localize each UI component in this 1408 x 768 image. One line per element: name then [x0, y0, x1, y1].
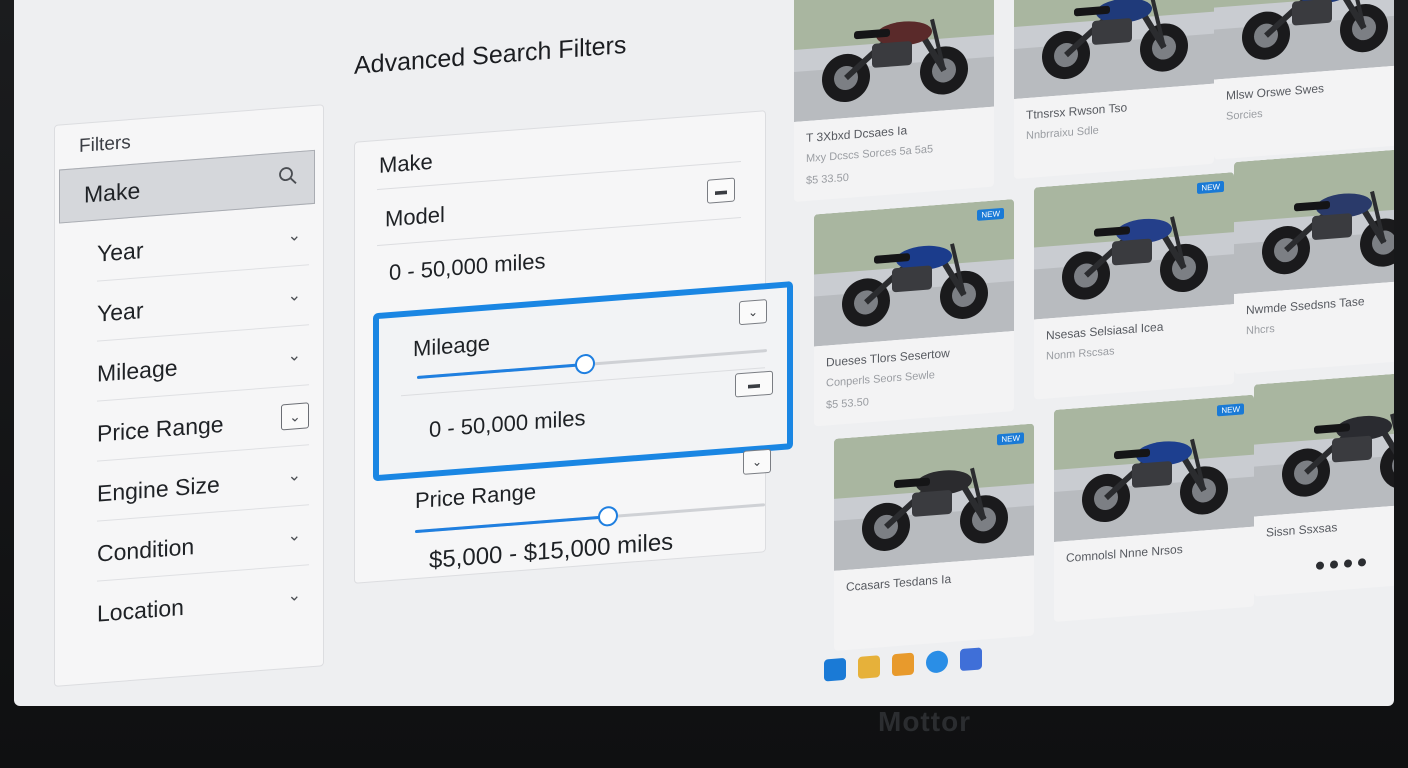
chevron-down-icon: ⌄ [287, 526, 301, 545]
price-dropdown-button[interactable]: ⌄ [743, 448, 771, 475]
result-card[interactable]: NEW Nsesas Selsiasal Icea Nonm Rscsas [1034, 172, 1234, 400]
result-subtitle: Nonm Rscsas [1046, 345, 1115, 363]
result-subtitle: Sorcies [1226, 107, 1263, 123]
browser-icon[interactable] [926, 649, 948, 674]
motorcycle-photo[interactable] [1234, 146, 1394, 295]
monitor-brand-logo: Mottor [878, 706, 972, 737]
motorcycle-photo[interactable] [1014, 0, 1214, 100]
make-label: Make [379, 148, 433, 178]
sidebar-item-label: Year [97, 236, 144, 267]
price-slider-fill [415, 515, 608, 534]
result-card[interactable]: NEWNwmde Ssedsns TaseNhcrs [1234, 146, 1394, 375]
chevron-down-icon: ⌄ [287, 466, 301, 485]
result-card[interactable]: NEW Ccasars Tesdans Ia [834, 423, 1034, 651]
page-dot[interactable] [1316, 561, 1324, 570]
sidebar-item-price-range[interactable]: Price Range ⌄ [97, 390, 309, 462]
result-subtitle: Mxy Dcscs Sorces 5a 5a5 [806, 143, 934, 166]
result-price: $5 33.50 [806, 171, 849, 188]
sidebar-item-label: Condition [97, 532, 195, 567]
new-badge: NEW [1197, 180, 1224, 194]
result-title[interactable]: Ccasars Tesdans Ia [846, 572, 951, 594]
sidebar-item-year[interactable]: Year ⌄ [97, 210, 309, 282]
sidebar-item-year-2[interactable]: Year ⌄ [97, 270, 309, 342]
chevron-down-icon: ⌄ [287, 226, 301, 245]
model-label: Model [385, 201, 445, 232]
new-badge: NEW [1217, 403, 1244, 417]
mileage-value-dropdown-button[interactable]: ▬ [735, 370, 773, 398]
result-title[interactable]: T 3Xbxd Dcsaes Ia [806, 123, 907, 145]
result-price: $5 53.50 [826, 396, 869, 412]
chevron-down-icon: ⌄ [287, 286, 301, 305]
mileage-value: 0 - 50,000 miles [429, 405, 586, 443]
price-slider-thumb[interactable] [597, 505, 618, 528]
result-title[interactable]: Ttnsrsx Rwson Tso [1026, 100, 1127, 122]
search-page: Advanced Search Filters Filters Make Yea… [14, 0, 1394, 706]
chevron-down-icon: ⌄ [287, 586, 301, 605]
result-title[interactable]: Comnolsl Nnne Nrsos [1066, 542, 1183, 565]
result-title[interactable]: Dueses Tlors Sesertow [826, 346, 950, 370]
result-title[interactable]: Sissn Ssxsas [1266, 520, 1337, 539]
page-dot[interactable] [1358, 558, 1366, 567]
filter-panel: Make Model ▬ 0 - 50,000 miles Mileage ⌄ … [354, 110, 793, 584]
motorcycle-photo[interactable] [1054, 394, 1254, 542]
sidebar-title: Filters [79, 132, 131, 157]
model-mileage-value: 0 - 50,000 miles [389, 248, 546, 286]
result-subtitle: Nnbrraixu Sdle [1026, 124, 1099, 143]
page-dot[interactable] [1344, 559, 1352, 568]
model-dropdown-button[interactable]: ▬ [707, 177, 735, 204]
mileage-label: Mileage [413, 330, 491, 362]
app-icon[interactable] [960, 647, 982, 672]
result-subtitle: Conperls Seors Sewle [826, 369, 935, 390]
mileage-slider-thumb[interactable] [575, 353, 595, 375]
sidebar-item-label: Year [97, 296, 144, 327]
result-card[interactable]: NEW Dueses Tlors Sesertow Conperls Seors S… [814, 199, 1014, 427]
mileage-dropdown-button[interactable]: ⌄ [739, 299, 767, 326]
sidebar-item-label: Mileage [97, 353, 178, 387]
sidebar-item-engine-size[interactable]: Engine Size ⌄ [97, 450, 309, 522]
new-badge: NEW [997, 432, 1024, 446]
filters-sidebar: Filters Make Year ⌄ Year ⌄ Mileage ⌄ Pri… [54, 104, 324, 687]
motorcycle-photo[interactable] [814, 199, 1014, 347]
price-range-label: Price Range [415, 478, 537, 514]
result-title[interactable]: Nwmde Ssedsns Tase [1246, 294, 1365, 317]
mileage-slider-fill [417, 363, 585, 379]
result-card[interactable]: NEWMlsw Orswe SwesSorcies [1214, 0, 1394, 160]
motorcycle-photo[interactable] [1254, 369, 1394, 517]
price-range-value: $5,000 - $15,000 miles [429, 528, 674, 575]
page-title: Advanced Search Filters [354, 30, 627, 80]
sidebar-item-location[interactable]: Location ⌄ [97, 570, 309, 640]
result-subtitle: Nhcrs [1246, 322, 1275, 338]
screen: Advanced Search Filters Filters Make Yea… [14, 0, 1394, 706]
motorcycle-photo[interactable] [834, 423, 1034, 571]
chevron-down-icon: ⌄ [287, 346, 301, 365]
result-title[interactable]: Nsesas Selsiasal Icea [1046, 320, 1163, 343]
result-card[interactable]: NEWT 3Xbxd Dcsaes IaMxy Dcscs Sorces 5a … [794, 0, 994, 202]
mileage-filter-highlighted: Mileage ⌄ ▬ 0 - 50,000 miles [373, 281, 793, 482]
results-grid: NEW T 3Xbxd Dcsaes IaMxy Dcscs Sorces 5a … [794, 0, 1394, 690]
search-icon[interactable] [278, 164, 298, 193]
new-badge: NEW [977, 207, 1004, 221]
sidebar-item-condition[interactable]: Condition ⌄ [97, 510, 309, 582]
motorcycle-photo[interactable] [1034, 172, 1234, 320]
dropdown-box-icon[interactable]: ⌄ [281, 402, 309, 431]
sidebar-item-mileage[interactable]: Mileage ⌄ [97, 330, 309, 402]
result-card[interactable]: NEWTtnsrsx Rwson TsoNnbrraixu Sdle [1014, 0, 1214, 180]
folder-icon[interactable] [858, 655, 880, 679]
result-title[interactable]: Mlsw Orswe Swes [1226, 81, 1324, 103]
motorcycle-photo[interactable] [794, 0, 994, 122]
sidebar-item-label: Make [84, 176, 141, 208]
sidebar-item-label: Price Range [97, 410, 224, 447]
files-icon[interactable] [892, 652, 914, 677]
motorcycle-photo[interactable] [1214, 0, 1394, 80]
start-icon[interactable] [824, 657, 846, 682]
sidebar-item-label: Engine Size [97, 470, 220, 507]
result-card[interactable]: NEW Comnolsl Nnne Nrsos [1054, 394, 1254, 622]
page-dot[interactable] [1330, 560, 1338, 569]
sidebar-item-label: Location [97, 593, 184, 627]
